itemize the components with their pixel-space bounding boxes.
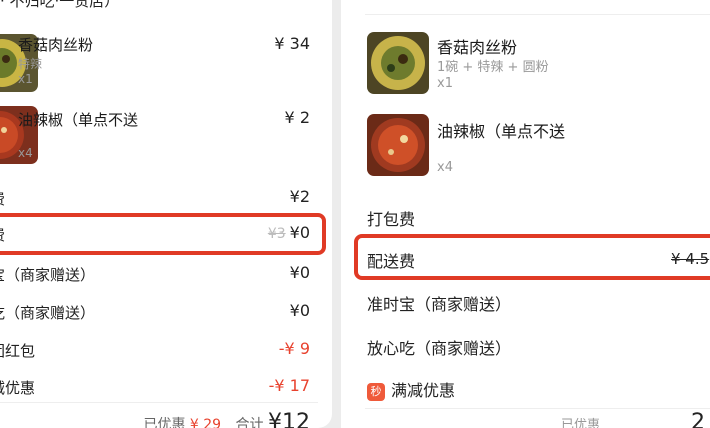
discount-row: 秒满减优惠: [367, 377, 455, 401]
store-title: · 不归吃·一贵店）: [0, 0, 120, 10]
delivery-fee-original: ¥3: [267, 226, 286, 242]
ontime-guarantee-label: 准时宝（商家赠送）: [367, 295, 512, 314]
item-price: ¥ 2: [284, 108, 310, 127]
item-price: ¥ 34: [274, 34, 310, 53]
item-name: 油辣椒（单点不送: [437, 122, 566, 141]
item-name: 香菇肉丝粉: [18, 36, 94, 54]
red-packet-value: -¥ 9: [278, 339, 310, 358]
delivery-fee-value: ¥3 ¥0: [268, 223, 310, 242]
saved-label: 已优惠: [143, 417, 186, 428]
divider: [365, 408, 710, 409]
delivery-fee-label: 费: [0, 224, 5, 245]
food-safety-value: ¥0: [289, 301, 310, 320]
packaging-fee-value: ¥2: [289, 187, 310, 206]
item-qty: x4: [437, 160, 453, 175]
discount-value: -¥ 17: [268, 376, 310, 395]
total-label: 合计: [235, 417, 264, 428]
packaging-fee-label: 打包费: [367, 210, 416, 229]
divider: [0, 402, 318, 403]
item-qty: x1: [18, 72, 33, 86]
item-spec: 特辣: [18, 57, 43, 71]
noodle-thumbnail[interactable]: [367, 32, 429, 94]
divider: [365, 14, 710, 15]
red-packet-label: 团红包: [0, 342, 36, 360]
item-qty: x1: [437, 76, 453, 91]
total-value: ¥12: [268, 410, 310, 428]
food-safety-label: 吃（商家赠送）: [0, 304, 96, 322]
discount-label: 满减优惠: [391, 381, 456, 400]
flash-sale-badge-icon: 秒: [367, 382, 385, 401]
food-safety-label: 放心吃（商家赠送）: [367, 339, 512, 358]
item-qty: x4: [18, 146, 33, 160]
total-value: 2: [691, 410, 705, 428]
item-name: 香菇肉丝粉: [437, 38, 518, 57]
delivery-fee-label: 配送费: [367, 252, 416, 271]
chili-oil-thumbnail[interactable]: [367, 114, 429, 176]
saved-value: ¥ 29: [189, 417, 222, 428]
ontime-guarantee-label: 宝（商家赠送）: [0, 266, 96, 284]
discount-label: 减优惠: [0, 379, 36, 397]
order-detail-left: · 不归吃·一贵店） 香菇肉丝粉 特辣 x1 ¥ 34 油辣椒（单点不送 x4 …: [0, 0, 332, 428]
item-spec: 1碗 + 特辣 + 圆粉: [437, 60, 549, 75]
ontime-guarantee-value: ¥0: [289, 263, 310, 282]
saved-label: 已优惠: [561, 418, 601, 428]
packaging-fee-label: 费: [0, 188, 5, 209]
item-name: 油辣椒（单点不送: [18, 111, 139, 129]
delivery-fee-original: ¥ 4.5: [671, 250, 710, 268]
order-detail-right: 香菇肉丝粉 1碗 + 特辣 + 圆粉 x1 油辣椒（单点不送 x4 打包费 配送…: [341, 0, 710, 428]
order-total: 已优惠 ¥ 29 合计 ¥12: [143, 410, 310, 428]
delivery-fee-price: ¥0: [289, 223, 310, 242]
